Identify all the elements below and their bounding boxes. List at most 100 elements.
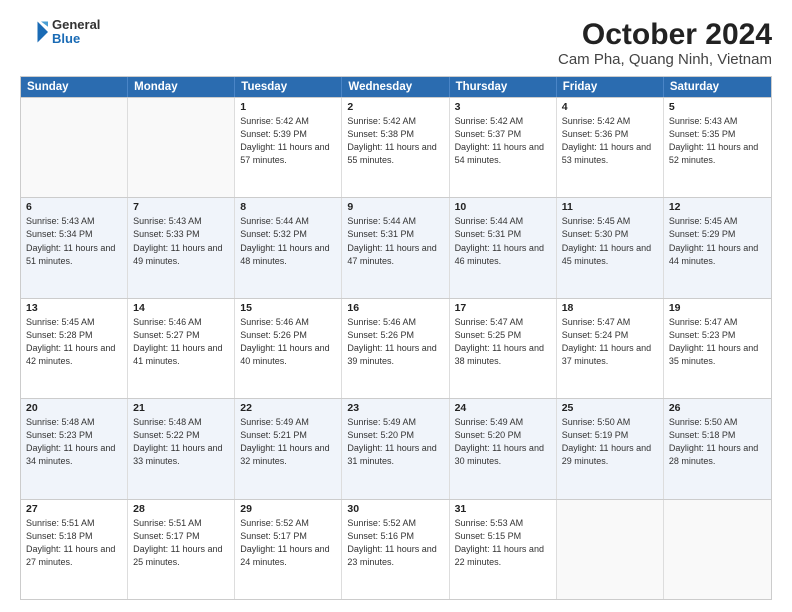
day-info: Sunrise: 5:48 AM Sunset: 5:22 PM Dayligh… xyxy=(133,416,229,468)
calendar-cell: 12Sunrise: 5:45 AM Sunset: 5:29 PM Dayli… xyxy=(664,198,771,297)
day-info: Sunrise: 5:45 AM Sunset: 5:28 PM Dayligh… xyxy=(26,316,122,368)
page: General Blue October 2024 Cam Pha, Quang… xyxy=(0,0,792,612)
calendar-cell: 26Sunrise: 5:50 AM Sunset: 5:18 PM Dayli… xyxy=(664,399,771,498)
day-number: 23 xyxy=(347,402,443,414)
day-info: Sunrise: 5:45 AM Sunset: 5:30 PM Dayligh… xyxy=(562,215,658,267)
weekday-header: Saturday xyxy=(664,77,771,97)
weekday-header: Friday xyxy=(557,77,664,97)
weekday-header: Monday xyxy=(128,77,235,97)
day-number: 18 xyxy=(562,302,658,314)
day-number: 4 xyxy=(562,101,658,113)
calendar-cell: 3 Sunrise: 5:42 AM Sunset: 5:37 PM Daylig… xyxy=(450,98,557,197)
calendar-cell xyxy=(128,98,235,197)
logo-general: General xyxy=(52,18,100,32)
day-number: 6 xyxy=(26,201,122,213)
calendar-cell: 17 Sunrise: 5:47 AM Sunset: 5:25 PM Dayli… xyxy=(450,299,557,398)
day-number: 3 xyxy=(455,101,551,113)
calendar-cell: 10 Sunrise: 5:44 AM Sunset: 5:31 PM Dayli… xyxy=(450,198,557,297)
calendar-cell: 28 Sunrise: 5:51 AM Sunset: 5:17 PM Dayli… xyxy=(128,500,235,599)
day-info: Sunrise: 5:42 AM Sunset: 5:38 PM Dayligh… xyxy=(347,115,443,167)
day-number: 30 xyxy=(347,503,443,515)
logo: General Blue xyxy=(20,18,100,47)
calendar-cell: 31Sunrise: 5:53 AM Sunset: 5:15 PM Dayli… xyxy=(450,500,557,599)
day-info: Sunrise: 5:44 AM Sunset: 5:31 PM Dayligh… xyxy=(455,215,551,267)
day-info: Sunrise: 5:45 AM Sunset: 5:29 PM Dayligh… xyxy=(669,215,766,267)
calendar-cell: 5Sunrise: 5:43 AM Sunset: 5:35 PM Daylig… xyxy=(664,98,771,197)
calendar-cell: 13 Sunrise: 5:45 AM Sunset: 5:28 PM Dayli… xyxy=(21,299,128,398)
calendar-cell: 25 Sunrise: 5:50 AM Sunset: 5:19 PM Dayli… xyxy=(557,399,664,498)
day-info: Sunrise: 5:50 AM Sunset: 5:19 PM Dayligh… xyxy=(562,416,658,468)
title-block: October 2024 Cam Pha, Quang Ninh, Vietna… xyxy=(558,18,772,68)
day-number: 17 xyxy=(455,302,551,314)
day-number: 21 xyxy=(133,402,229,414)
day-number: 13 xyxy=(26,302,122,314)
calendar-cell: 29 Sunrise: 5:52 AM Sunset: 5:17 PM Dayli… xyxy=(235,500,342,599)
logo-text: General Blue xyxy=(52,18,100,47)
calendar-cell: 23Sunrise: 5:49 AM Sunset: 5:20 PM Dayli… xyxy=(342,399,449,498)
day-number: 11 xyxy=(562,201,658,213)
calendar-cell: 1 Sunrise: 5:42 AM Sunset: 5:39 PM Daylig… xyxy=(235,98,342,197)
calendar-cell: 30Sunrise: 5:52 AM Sunset: 5:16 PM Dayli… xyxy=(342,500,449,599)
calendar-cell: 11 Sunrise: 5:45 AM Sunset: 5:30 PM Dayli… xyxy=(557,198,664,297)
calendar-cell: 2 Sunrise: 5:42 AM Sunset: 5:38 PM Daylig… xyxy=(342,98,449,197)
day-number: 29 xyxy=(240,503,336,515)
calendar-week: 27 Sunrise: 5:51 AM Sunset: 5:18 PM Dayli… xyxy=(21,499,771,599)
day-info: Sunrise: 5:43 AM Sunset: 5:33 PM Dayligh… xyxy=(133,215,229,267)
day-number: 10 xyxy=(455,201,551,213)
calendar-cell xyxy=(21,98,128,197)
day-number: 25 xyxy=(562,402,658,414)
calendar-cell: 20 Sunrise: 5:48 AM Sunset: 5:23 PM Dayli… xyxy=(21,399,128,498)
day-number: 15 xyxy=(240,302,336,314)
calendar-cell xyxy=(664,500,771,599)
weekday-header: Thursday xyxy=(450,77,557,97)
day-info: Sunrise: 5:46 AM Sunset: 5:26 PM Dayligh… xyxy=(240,316,336,368)
day-info: Sunrise: 5:50 AM Sunset: 5:18 PM Dayligh… xyxy=(669,416,766,468)
weekday-header: Sunday xyxy=(21,77,128,97)
day-number: 2 xyxy=(347,101,443,113)
weekday-header: Wednesday xyxy=(342,77,449,97)
logo-icon xyxy=(20,18,48,46)
calendar-header: SundayMondayTuesdayWednesdayThursdayFrid… xyxy=(21,77,771,97)
day-info: Sunrise: 5:43 AM Sunset: 5:34 PM Dayligh… xyxy=(26,215,122,267)
calendar-cell: 22 Sunrise: 5:49 AM Sunset: 5:21 PM Dayli… xyxy=(235,399,342,498)
day-number: 27 xyxy=(26,503,122,515)
calendar-cell: 14Sunrise: 5:46 AM Sunset: 5:27 PM Dayli… xyxy=(128,299,235,398)
day-info: Sunrise: 5:51 AM Sunset: 5:17 PM Dayligh… xyxy=(133,517,229,569)
calendar-week: 13 Sunrise: 5:45 AM Sunset: 5:28 PM Dayli… xyxy=(21,298,771,398)
day-info: Sunrise: 5:46 AM Sunset: 5:26 PM Dayligh… xyxy=(347,316,443,368)
day-info: Sunrise: 5:42 AM Sunset: 5:39 PM Dayligh… xyxy=(240,115,336,167)
day-number: 1 xyxy=(240,101,336,113)
day-info: Sunrise: 5:42 AM Sunset: 5:36 PM Dayligh… xyxy=(562,115,658,167)
calendar-cell xyxy=(557,500,664,599)
calendar-cell: 9Sunrise: 5:44 AM Sunset: 5:31 PM Daylig… xyxy=(342,198,449,297)
day-number: 5 xyxy=(669,101,766,113)
day-info: Sunrise: 5:52 AM Sunset: 5:17 PM Dayligh… xyxy=(240,517,336,569)
calendar-cell: 21 Sunrise: 5:48 AM Sunset: 5:22 PM Dayli… xyxy=(128,399,235,498)
day-info: Sunrise: 5:51 AM Sunset: 5:18 PM Dayligh… xyxy=(26,517,122,569)
day-number: 7 xyxy=(133,201,229,213)
calendar-cell: 24Sunrise: 5:49 AM Sunset: 5:20 PM Dayli… xyxy=(450,399,557,498)
day-number: 22 xyxy=(240,402,336,414)
calendar: SundayMondayTuesdayWednesdayThursdayFrid… xyxy=(20,76,772,600)
calendar-week: 6 Sunrise: 5:43 AM Sunset: 5:34 PM Daylig… xyxy=(21,197,771,297)
logo-blue: Blue xyxy=(52,32,100,46)
day-info: Sunrise: 5:48 AM Sunset: 5:23 PM Dayligh… xyxy=(26,416,122,468)
calendar-cell: 19Sunrise: 5:47 AM Sunset: 5:23 PM Dayli… xyxy=(664,299,771,398)
day-number: 28 xyxy=(133,503,229,515)
day-info: Sunrise: 5:44 AM Sunset: 5:32 PM Dayligh… xyxy=(240,215,336,267)
day-info: Sunrise: 5:42 AM Sunset: 5:37 PM Dayligh… xyxy=(455,115,551,167)
weekday-header: Tuesday xyxy=(235,77,342,97)
calendar-cell: 27 Sunrise: 5:51 AM Sunset: 5:18 PM Dayli… xyxy=(21,500,128,599)
day-info: Sunrise: 5:44 AM Sunset: 5:31 PM Dayligh… xyxy=(347,215,443,267)
calendar-cell: 15 Sunrise: 5:46 AM Sunset: 5:26 PM Dayli… xyxy=(235,299,342,398)
day-number: 14 xyxy=(133,302,229,314)
calendar-body: 1 Sunrise: 5:42 AM Sunset: 5:39 PM Daylig… xyxy=(21,97,771,599)
day-number: 24 xyxy=(455,402,551,414)
page-title: October 2024 xyxy=(558,18,772,51)
day-info: Sunrise: 5:49 AM Sunset: 5:21 PM Dayligh… xyxy=(240,416,336,468)
day-info: Sunrise: 5:47 AM Sunset: 5:24 PM Dayligh… xyxy=(562,316,658,368)
page-subtitle: Cam Pha, Quang Ninh, Vietnam xyxy=(558,51,772,68)
day-info: Sunrise: 5:47 AM Sunset: 5:25 PM Dayligh… xyxy=(455,316,551,368)
day-number: 20 xyxy=(26,402,122,414)
day-number: 19 xyxy=(669,302,766,314)
